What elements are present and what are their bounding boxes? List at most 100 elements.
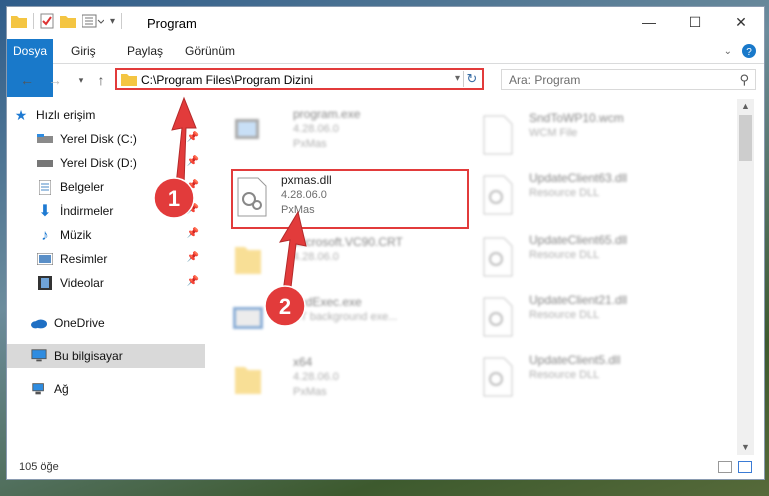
- cloud-icon: [31, 315, 47, 331]
- dll-icon: [237, 177, 267, 217]
- nav-item-label: Belgeler: [60, 180, 105, 194]
- network-icon: [31, 381, 47, 397]
- maximize-button[interactable]: ☐: [672, 7, 718, 37]
- search-box[interactable]: Ara: Program ⚲: [501, 69, 756, 90]
- file-name: UpdateClient21.dll: [529, 293, 628, 307]
- nav-item-local-disk-d[interactable]: Yerel Disk (D:) 📌: [37, 151, 205, 175]
- file-name: UpdateClient63.dll: [529, 171, 628, 185]
- list-item[interactable]: UpdateClient5.dll Resource DLL: [475, 351, 715, 409]
- scrollbar-thumb[interactable]: [739, 115, 752, 161]
- nav-item-quick-access[interactable]: ★ Hızlı erişim: [13, 103, 207, 127]
- pin-icon[interactable]: 📌: [187, 252, 199, 263]
- list-item[interactable]: sedExec.exe ST background exe...: [225, 293, 465, 351]
- file-type: Resource DLL: [529, 309, 600, 321]
- title-bar: ▾ Program — ☐ ✕: [7, 7, 764, 39]
- address-bar[interactable]: C:\Program Files\Program Dizini ▾ ↻: [115, 68, 484, 90]
- customize-dropdown-icon[interactable]: ▾: [110, 16, 115, 27]
- search-icon[interactable]: ⚲: [739, 72, 749, 88]
- nav-item-label: Ağ: [54, 382, 69, 396]
- file-company: PxMas: [293, 138, 327, 150]
- pictures-icon: [37, 251, 53, 267]
- address-path[interactable]: C:\Program Files\Program Dizini: [141, 73, 313, 87]
- expand-ribbon-icon[interactable]: ⌄: [724, 46, 732, 57]
- nav-item-label: Yerel Disk (C:): [60, 132, 137, 146]
- drive-icon: [37, 131, 53, 147]
- forward-arrow-icon[interactable]: →: [47, 72, 63, 88]
- nav-item-music[interactable]: ♪ Müzik 📌: [37, 223, 205, 247]
- file-type: Resource DLL: [529, 187, 600, 199]
- recent-dropdown-icon[interactable]: ▾: [73, 72, 89, 88]
- pin-icon[interactable]: 📌: [187, 180, 199, 191]
- help-icon[interactable]: ?: [742, 44, 756, 58]
- tab-home[interactable]: Giriş: [63, 39, 104, 63]
- music-icon: ♪: [41, 226, 49, 244]
- pin-icon[interactable]: 📌: [187, 276, 199, 287]
- file-name: program.exe: [293, 107, 361, 121]
- item-count: 105 öğe: [19, 461, 59, 473]
- properties-icon[interactable]: [40, 13, 54, 29]
- nav-item-label: Müzik: [60, 228, 92, 242]
- close-button[interactable]: ✕: [718, 7, 764, 37]
- star-icon: ★: [14, 106, 28, 123]
- pin-icon[interactable]: 📌: [187, 204, 199, 215]
- file-list: program.exe 4.28.06.0 PxMas pxmas.dll 4.…: [211, 99, 736, 454]
- file-company: PxMas: [293, 386, 327, 398]
- folder-icon: [11, 16, 27, 28]
- exe-icon: [233, 307, 263, 329]
- list-item[interactable]: UpdateClient65.dll Resource DLL: [475, 231, 715, 289]
- new-folder-icon[interactable]: [60, 14, 76, 28]
- nav-item-label: OneDrive: [54, 316, 105, 330]
- nav-item-this-pc[interactable]: Bu bilgisayar: [7, 344, 205, 368]
- computer-icon: [31, 348, 47, 364]
- pin-icon[interactable]: 📌: [187, 228, 199, 239]
- nav-item-downloads[interactable]: ⬇ İndirmeler 📌: [37, 199, 205, 223]
- nav-item-label: Videolar: [60, 276, 104, 290]
- nav-item-documents[interactable]: Belgeler 📌: [37, 175, 205, 199]
- file-icon: [483, 115, 513, 155]
- scroll-up-icon[interactable]: ▲: [737, 99, 754, 114]
- nav-item-videos[interactable]: Videolar 📌: [37, 271, 205, 295]
- nav-item-local-disk-c[interactable]: Yerel Disk (C:) 📌: [37, 127, 205, 151]
- scroll-down-icon[interactable]: ▼: [737, 440, 754, 455]
- list-item-highlighted[interactable]: pxmas.dll 4.28.06.0 PxMas: [231, 169, 469, 229]
- file-name: UpdateClient65.dll: [529, 233, 628, 247]
- pin-icon[interactable]: 📌: [187, 156, 199, 167]
- quick-access-toolbar: ▾: [11, 13, 123, 29]
- file-name: SndToWP10.wcm: [529, 111, 624, 125]
- tab-share[interactable]: Paylaş: [119, 39, 171, 63]
- videos-icon: [37, 275, 53, 291]
- list-item[interactable]: Microsoft.VC90.CRT 4.28.06.0: [225, 233, 465, 291]
- view-options-icon[interactable]: [82, 14, 104, 28]
- minimize-button[interactable]: —: [626, 7, 672, 37]
- toolbar-divider: [121, 13, 123, 29]
- list-item[interactable]: UpdateClient21.dll Resource DLL: [475, 291, 715, 349]
- nav-item-pictures[interactable]: Resimler 📌: [37, 247, 205, 271]
- view-switcher: [718, 461, 752, 473]
- file-company: PxMas: [281, 204, 315, 216]
- nav-item-label: Yerel Disk (D:): [60, 156, 137, 170]
- refresh-icon[interactable]: ↻: [463, 71, 480, 87]
- list-item[interactable]: SndToWP10.wcm WCM File: [475, 109, 715, 167]
- vertical-scrollbar[interactable]: ▲ ▼: [737, 99, 754, 455]
- explorer-window: ▾ Program — ☐ ✕ Dosya Giriş Paylaş Görün…: [6, 6, 765, 480]
- nav-item-onedrive[interactable]: OneDrive: [31, 311, 205, 335]
- list-item[interactable]: UpdateClient63.dll Resource DLL: [475, 169, 715, 227]
- pin-icon[interactable]: 📌: [187, 132, 199, 143]
- nav-item-network[interactable]: Ağ: [31, 377, 205, 401]
- tab-view[interactable]: Görünüm: [177, 39, 243, 63]
- address-dropdown-icon[interactable]: ▾: [455, 73, 460, 84]
- nav-item-label: İndirmeler: [60, 204, 114, 218]
- nav-item-label: Resimler: [60, 252, 108, 266]
- toolbar-divider: [33, 13, 34, 29]
- up-arrow-icon[interactable]: ↑: [93, 72, 109, 88]
- file-name: Microsoft.VC90.CRT: [293, 235, 403, 249]
- file-type: Resource DLL: [529, 369, 600, 381]
- tiles-view-icon[interactable]: [738, 461, 752, 473]
- list-item[interactable]: program.exe 4.28.06.0 PxMas: [225, 105, 465, 163]
- search-placeholder: Ara: Program: [509, 73, 581, 87]
- list-item[interactable]: x64 4.28.06.0 PxMas: [225, 353, 465, 411]
- file-description: ST background exe...: [293, 311, 398, 323]
- back-arrow-icon[interactable]: ←: [19, 72, 35, 88]
- dll-icon: [483, 357, 513, 397]
- details-view-icon[interactable]: [718, 461, 732, 473]
